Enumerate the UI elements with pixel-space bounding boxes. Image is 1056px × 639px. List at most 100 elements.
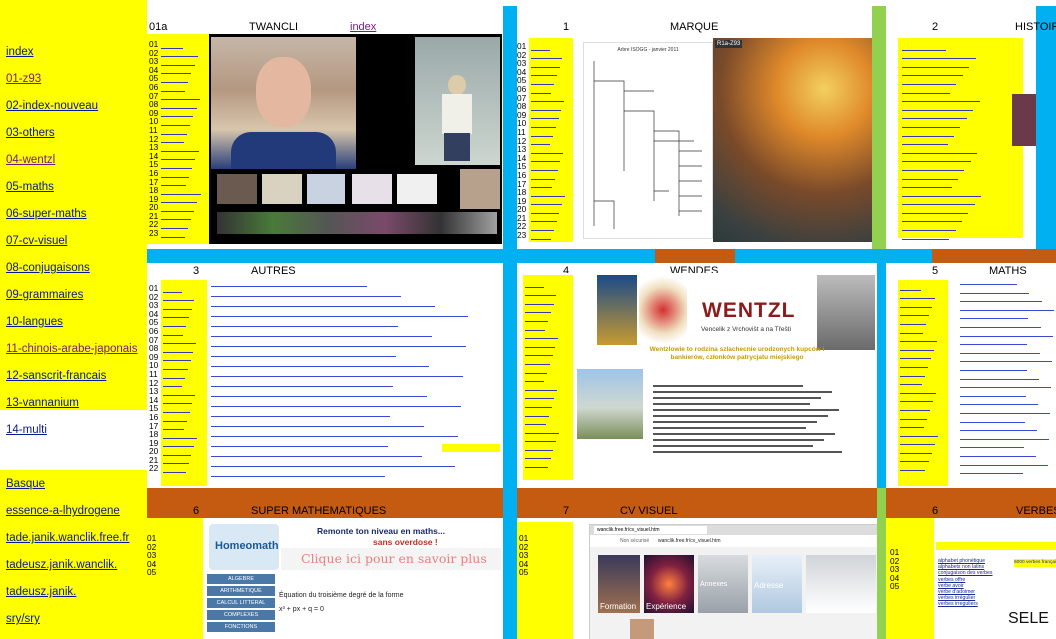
row-link[interactable]: [525, 391, 555, 400]
row-link[interactable]: [531, 205, 560, 214]
row-link[interactable]: [900, 342, 934, 351]
row-link[interactable]: [161, 152, 196, 161]
row-link[interactable]: [163, 464, 186, 474]
url-link[interactable]: [960, 370, 1027, 371]
row-link[interactable]: [902, 111, 967, 120]
row-link[interactable]: [900, 359, 928, 368]
row-link[interactable]: [902, 51, 976, 60]
row-link[interactable]: [900, 420, 924, 429]
row-link[interactable]: [161, 178, 186, 187]
row-link[interactable]: [163, 310, 189, 319]
row-link[interactable]: [163, 353, 191, 362]
row-link[interactable]: [531, 180, 553, 189]
row-link[interactable]: [900, 437, 935, 446]
row-link[interactable]: [900, 394, 933, 403]
nav-link[interactable]: 04-wentzl: [6, 154, 55, 166]
menu-item[interactable]: COMPLEXES: [207, 610, 275, 620]
row-link[interactable]: [525, 296, 554, 305]
tile-formation[interactable]: Formation: [598, 555, 640, 613]
row-link[interactable]: [900, 368, 925, 377]
row-link[interactable]: [163, 456, 189, 465]
row-link[interactable]: [531, 188, 565, 197]
verbes-link[interactable]: verbe avoir: [938, 583, 964, 589]
row-link[interactable]: [163, 422, 185, 431]
url-link[interactable]: [960, 473, 1023, 475]
nav-link[interactable]: sry/sry: [6, 613, 40, 625]
row-link[interactable]: [902, 119, 961, 128]
url-link[interactable]: [960, 447, 1024, 449]
row-link[interactable]: [531, 102, 562, 111]
row-link[interactable]: [161, 203, 195, 212]
row-link[interactable]: [902, 197, 975, 206]
row-link[interactable]: [163, 387, 195, 396]
row-link[interactable]: [531, 231, 552, 240]
row-link[interactable]: [525, 459, 548, 469]
row-link[interactable]: [531, 42, 550, 51]
row-link[interactable]: [161, 109, 194, 118]
url-link[interactable]: [211, 466, 456, 467]
migration-map[interactable]: R1a-Z93: [713, 38, 872, 242]
row-link[interactable]: [525, 374, 545, 383]
row-link[interactable]: [900, 351, 931, 360]
row-link[interactable]: [525, 288, 557, 297]
thumbnail[interactable]: [1012, 94, 1036, 146]
row-link[interactable]: [900, 316, 926, 325]
row-link[interactable]: [902, 85, 950, 94]
row-link[interactable]: [163, 404, 190, 413]
nav-link[interactable]: 05-maths: [6, 181, 54, 193]
row-link[interactable]: [163, 284, 182, 293]
menu-item[interactable]: ALGEBRE: [207, 574, 275, 584]
url-link[interactable]: [211, 306, 435, 307]
row-link[interactable]: [902, 145, 978, 154]
url-link[interactable]: [211, 316, 469, 317]
url-link[interactable]: [211, 356, 396, 357]
row-link[interactable]: [902, 231, 950, 240]
row-link[interactable]: [163, 370, 186, 379]
row-link[interactable]: [161, 49, 198, 58]
row-link[interactable]: [163, 293, 195, 302]
row-link[interactable]: [163, 396, 193, 405]
row-link[interactable]: [900, 454, 929, 463]
row-link[interactable]: [161, 40, 183, 49]
menu-item[interactable]: FONCTIONS: [207, 622, 275, 632]
screenshot-histoire[interactable]: [886, 34, 1036, 246]
row-link[interactable]: [902, 137, 948, 146]
row-link[interactable]: [163, 361, 188, 370]
row-link[interactable]: [531, 171, 555, 180]
nav-link[interactable]: 07-cv-visuel: [6, 235, 67, 247]
row-link[interactable]: [902, 68, 963, 77]
row-link[interactable]: [902, 42, 946, 51]
nav-link[interactable]: 02-index-nouveau: [6, 100, 98, 112]
nav-link[interactable]: tadeusz.janik.: [6, 586, 76, 598]
nav-link[interactable]: essence-a-lhydrogene: [6, 505, 120, 517]
portrait-photo[interactable]: [211, 37, 356, 169]
row-link[interactable]: [161, 195, 198, 204]
nav-link[interactable]: tade.janik.wanclik.free.fr: [6, 532, 129, 544]
screenshot-maths[interactable]: [886, 278, 1056, 488]
address-bar[interactable]: Non sécurisé wanclik.free.fr/cv_visuel.h…: [590, 535, 877, 547]
verbes-link[interactable]: verbes offre: [938, 577, 965, 583]
row-link[interactable]: [531, 137, 551, 146]
url-link[interactable]: [960, 413, 1051, 414]
row-link[interactable]: [161, 83, 185, 92]
thumbnail[interactable]: [352, 174, 392, 204]
thumbnail[interactable]: [307, 174, 345, 204]
url-link[interactable]: [211, 336, 432, 337]
row-link[interactable]: [161, 220, 188, 230]
verbes-link[interactable]: alphabet phonétique: [938, 558, 985, 564]
screenshot-marque[interactable]: 01 02 03 04 05 06 07 08 09 10 11 12 13 1…: [517, 34, 872, 246]
row-link[interactable]: [525, 382, 557, 391]
screenshot-super-maths[interactable]: 01 02 03 04 05 Homeomath Remonte ton niv…: [147, 518, 503, 639]
dark-photo[interactable]: [358, 37, 413, 169]
row-link[interactable]: [900, 334, 937, 343]
nav-link[interactable]: 14-multi: [6, 424, 47, 436]
nav-link[interactable]: Basque: [6, 478, 45, 490]
url-link[interactable]: [960, 318, 1029, 320]
row-link[interactable]: [525, 434, 556, 443]
nav-link[interactable]: 11-chinois-arabe-japonais: [6, 343, 137, 355]
row-link[interactable]: [163, 439, 194, 448]
row-link[interactable]: [531, 119, 556, 128]
row-link[interactable]: [900, 282, 921, 291]
nav-link[interactable]: 13-vannanium: [6, 397, 79, 409]
row-link[interactable]: [531, 111, 559, 120]
